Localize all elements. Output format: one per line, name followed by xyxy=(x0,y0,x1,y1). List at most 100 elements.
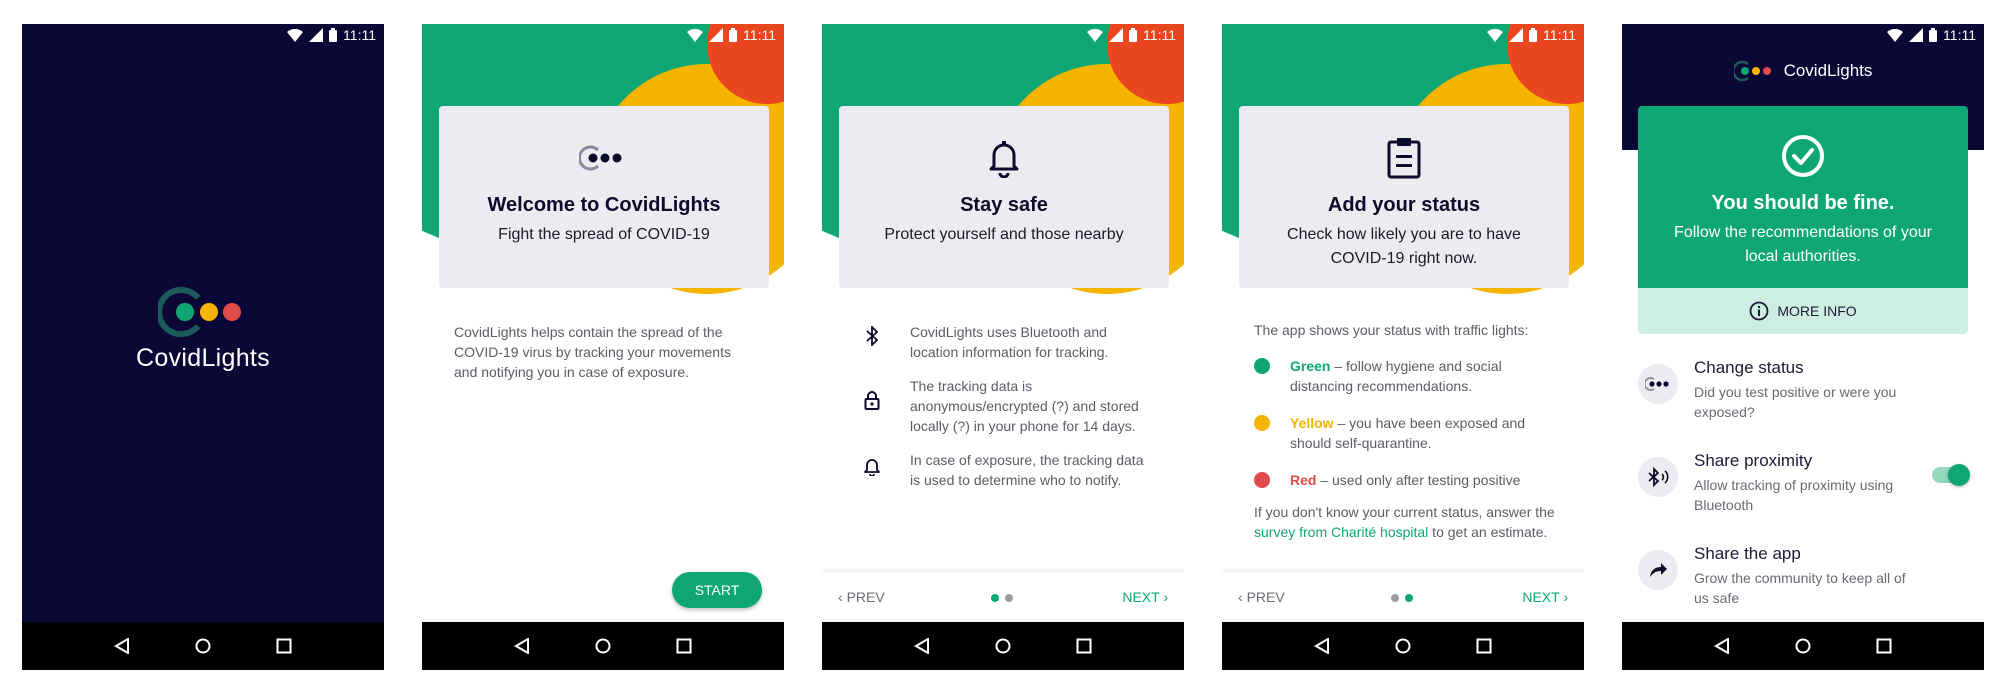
status-screen: 11:11 CovidLights You should be fine. Fo… xyxy=(1622,24,1984,670)
survey-pre: If you don't know your current status, a… xyxy=(1254,504,1555,520)
card-subtitle: Fight the spread of COVID-19 xyxy=(498,226,710,243)
more-info-button[interactable]: MORE INFO xyxy=(1638,288,1968,334)
welcome-screen: 11:11 Welcome to CovidLights Fight the s… xyxy=(422,24,784,670)
add-status-card: Add your status Check how likely you are… xyxy=(1239,106,1569,288)
status-bar: 11:11 xyxy=(1622,24,1984,48)
signal-icon xyxy=(309,28,324,42)
feature-item: In case of exposure, the tracking data i… xyxy=(854,450,1154,490)
light-row-yellow: Yellow – you have been exposed and shoul… xyxy=(1254,413,1564,453)
stay-safe-screen: 11:11 Stay safe Protect yourself and tho… xyxy=(822,24,1184,670)
action-title: Share the app xyxy=(1694,544,1801,563)
signal-icon xyxy=(1909,28,1924,42)
home-icon[interactable] xyxy=(595,638,611,654)
splash-screen: 11:11 CovidLights xyxy=(22,24,384,670)
welcome-description: CovidLights helps contain the spread of … xyxy=(454,324,731,380)
covidlights-logo-icon xyxy=(579,145,622,171)
share-proximity-toggle[interactable] xyxy=(1932,464,1970,486)
card-subtitle: Check how likely you are to have COVID-1… xyxy=(1287,226,1521,267)
change-status-item[interactable]: Change status Did you test positive or w… xyxy=(1638,358,1968,428)
pager-bar: ‹ PREV NEXT › xyxy=(822,572,1184,622)
survey-link[interactable]: survey from Charité hospital xyxy=(1254,524,1428,540)
clock: 11:11 xyxy=(743,27,776,43)
covidlights-logo xyxy=(158,287,241,337)
nav-bar xyxy=(1622,622,1984,670)
home-icon[interactable] xyxy=(195,638,211,654)
back-icon[interactable] xyxy=(514,638,530,654)
back-icon[interactable] xyxy=(1314,638,1330,654)
prev-button[interactable]: ‹ PREV xyxy=(838,589,885,605)
signal-icon xyxy=(709,28,724,42)
recents-icon[interactable] xyxy=(1476,638,1492,654)
next-button[interactable]: NEXT › xyxy=(1522,589,1568,605)
yellow-light-dot xyxy=(1254,415,1270,431)
recents-icon[interactable] xyxy=(1076,638,1092,654)
clipboard-icon xyxy=(1387,138,1421,179)
survey-post: to get an estimate. xyxy=(1428,524,1548,540)
share-arrow-icon xyxy=(1650,563,1667,577)
action-title: Change status xyxy=(1694,358,1804,377)
light-name: Red xyxy=(1290,472,1317,488)
chevron-right-icon: › xyxy=(1159,589,1168,605)
recents-icon[interactable] xyxy=(676,638,692,654)
light-row-green: Green – follow hygiene and social distan… xyxy=(1254,356,1564,396)
status-bar: 11:11 xyxy=(422,24,784,48)
home-icon[interactable] xyxy=(1795,638,1811,654)
lock-icon xyxy=(864,391,880,410)
app-name: CovidLights xyxy=(136,344,270,372)
page-indicator xyxy=(1391,594,1413,602)
action-desc: Grow the community to keep all of us saf… xyxy=(1694,570,1906,606)
wifi-icon xyxy=(1887,28,1904,42)
status-title: You should be fine. xyxy=(1711,192,1895,214)
status-bar: 11:11 xyxy=(22,24,384,48)
chevron-left-icon: ‹ xyxy=(838,589,847,605)
covidlights-logo-icon xyxy=(1733,60,1771,82)
signal-icon xyxy=(1509,28,1524,42)
status-card: You should be fine. Follow the recommend… xyxy=(1638,106,1968,288)
wifi-icon xyxy=(287,28,304,42)
back-icon[interactable] xyxy=(914,638,930,654)
next-label: NEXT xyxy=(1122,589,1160,605)
stay-safe-card: Stay safe Protect yourself and those nea… xyxy=(839,106,1169,288)
prev-label: PREV xyxy=(1246,589,1285,605)
wifi-icon xyxy=(1487,28,1504,42)
back-icon[interactable] xyxy=(1714,638,1730,654)
light-text: – used only after testing positive xyxy=(1316,472,1521,488)
clock: 11:11 xyxy=(343,27,376,43)
card-subtitle: Protect yourself and those nearby xyxy=(884,226,1124,243)
next-button[interactable]: NEXT › xyxy=(1122,589,1168,605)
prev-button[interactable]: ‹ PREV xyxy=(1238,589,1285,605)
bluetooth-audio-icon xyxy=(1648,467,1669,487)
battery-icon xyxy=(329,28,338,42)
share-app-item[interactable]: Share the app Grow the community to keep… xyxy=(1638,544,1968,614)
home-icon[interactable] xyxy=(1395,638,1411,654)
share-proximity-item: Share proximity Allow tracking of proxim… xyxy=(1638,451,1970,521)
nav-bar xyxy=(1222,622,1584,670)
status-bar: 11:11 xyxy=(1222,24,1584,48)
welcome-card: Welcome to CovidLights Fight the spread … xyxy=(439,106,769,288)
wifi-icon xyxy=(687,28,704,42)
clock: 11:11 xyxy=(1943,27,1976,43)
bell-icon xyxy=(864,459,880,476)
battery-icon xyxy=(1129,28,1138,42)
card-title: Add your status xyxy=(1327,194,1481,216)
start-button[interactable]: START xyxy=(672,572,762,608)
recents-icon[interactable] xyxy=(1876,638,1892,654)
pager-bar: ‹ PREV NEXT › xyxy=(1222,572,1584,622)
feature-item: CovidLights uses Bluetooth and location … xyxy=(854,322,1154,362)
back-icon[interactable] xyxy=(114,638,130,654)
chevron-left-icon: ‹ xyxy=(1238,589,1247,605)
battery-icon xyxy=(1529,28,1538,42)
recents-icon[interactable] xyxy=(276,638,292,654)
home-icon[interactable] xyxy=(995,638,1011,654)
light-name: Yellow xyxy=(1290,415,1334,431)
page-dot xyxy=(1391,594,1399,602)
chevron-right-icon: › xyxy=(1559,589,1568,605)
info-icon xyxy=(1749,301,1769,321)
action-title: Share proximity xyxy=(1694,451,1813,470)
nav-bar xyxy=(22,622,384,670)
red-light-dot xyxy=(1254,472,1270,488)
battery-icon xyxy=(729,28,738,42)
action-desc: Allow tracking of proximity using Blueto… xyxy=(1694,477,1894,513)
card-title: Welcome to CovidLights xyxy=(487,194,721,216)
more-info-label: MORE INFO xyxy=(1777,303,1857,319)
